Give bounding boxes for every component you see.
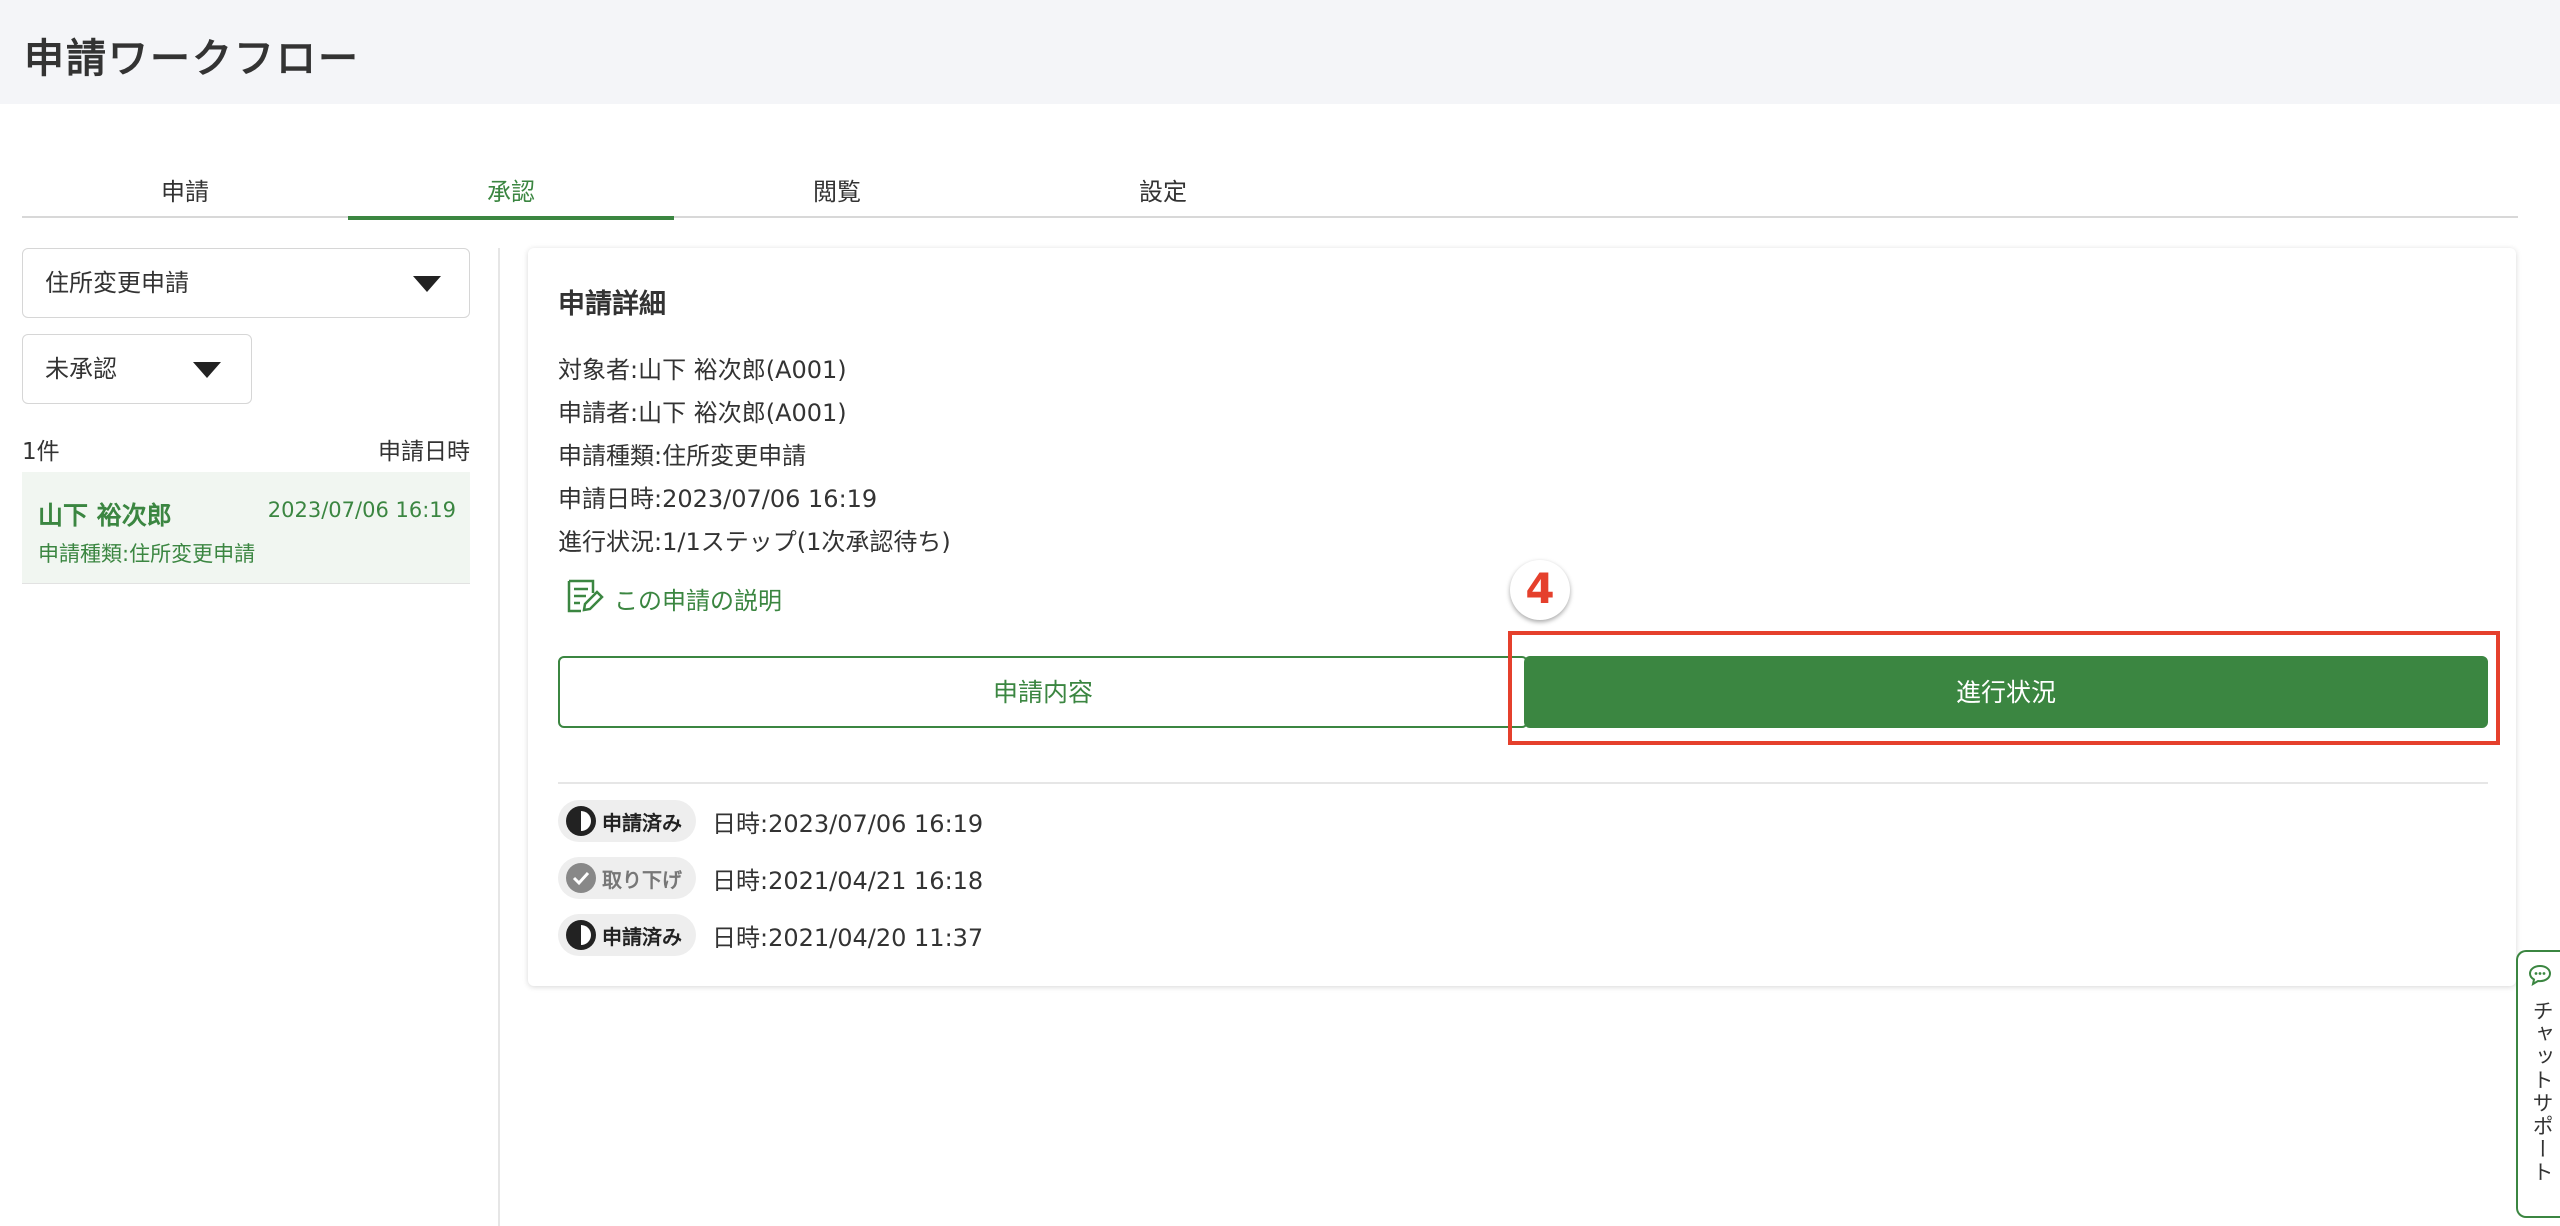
tab-approve[interactable]: 承認 <box>348 168 674 220</box>
half-circle-icon <box>566 806 596 836</box>
tab-view[interactable]: 閲覧 <box>674 168 1000 218</box>
status-badge-label: 申請済み <box>602 810 682 835</box>
detail-title: 申請詳細 <box>558 289 666 320</box>
check-circle-icon <box>566 863 596 893</box>
chat-support-button[interactable]: チャットサポート <box>2516 950 2560 1218</box>
history-row: 申請済み 日時:2021/04/20 11:37 <box>558 914 983 956</box>
type-select[interactable]: 住所変更申請 <box>22 248 470 318</box>
description-link-label: この申請の説明 <box>614 586 782 615</box>
document-edit-icon <box>566 578 604 618</box>
description-link[interactable]: この申請の説明 <box>566 578 782 618</box>
history-row: 取り下げ 日時:2021/04/21 16:18 <box>558 857 983 899</box>
tab-apply[interactable]: 申請 <box>22 168 348 218</box>
caret-down-icon <box>413 276 441 292</box>
list-sort-label[interactable]: 申請日時 <box>378 432 470 466</box>
history-date: 日時:2021/04/20 11:37 <box>712 923 984 952</box>
app-header: 申請ワークフロー <box>0 0 2560 104</box>
detail-date: 申請日時:2023/07/06 16:19 <box>558 485 878 513</box>
chat-support-label: チャットサポート <box>2530 1000 2554 1184</box>
chat-bubble-icon <box>2528 964 2552 990</box>
divider <box>558 782 2488 784</box>
status-select[interactable]: 未承認 <box>22 334 252 404</box>
status-badge-label: 申請済み <box>602 924 682 949</box>
list-count: 1件 <box>22 439 60 465</box>
status-badge: 申請済み <box>558 800 696 842</box>
half-circle-icon <box>566 920 596 950</box>
caret-down-icon <box>193 362 221 378</box>
status-badge: 取り下げ <box>558 857 696 899</box>
list-item-type: 申請種類:住所変更申請 <box>38 542 256 566</box>
list-item-date: 2023/07/06 16:19 <box>267 498 456 522</box>
list-item[interactable]: 山下 裕次郎 2023/07/06 16:19 申請種類:住所変更申請 <box>22 472 470 584</box>
status-select-value: 未承認 <box>45 355 117 383</box>
tab-settings[interactable]: 設定 <box>1000 168 1326 218</box>
step-marker: 4 <box>1510 560 1570 620</box>
list-item-name: 山下 裕次郎 <box>38 501 172 530</box>
detail-card: 申請詳細 対象者:山下 裕次郎(A001) 申請者:山下 裕次郎(A001) 申… <box>528 248 2516 986</box>
detail-progress: 進行状況:1/1ステップ(1次承認待ち) <box>558 528 951 556</box>
status-badge-label: 取り下げ <box>602 867 682 892</box>
application-content-button[interactable]: 申請内容 <box>558 656 1528 728</box>
progress-status-button[interactable]: 進行状況 <box>1524 656 2488 728</box>
history-date: 日時:2021/04/21 16:18 <box>712 866 984 895</box>
main-tabs: 申請 承認 閲覧 設定 <box>22 168 2518 220</box>
column-divider <box>498 248 500 1226</box>
type-select-value: 住所変更申請 <box>45 269 189 297</box>
status-badge: 申請済み <box>558 914 696 956</box>
history-row: 申請済み 日時:2023/07/06 16:19 <box>558 800 983 842</box>
history-date: 日時:2023/07/06 16:19 <box>712 809 984 838</box>
detail-subject: 対象者:山下 裕次郎(A001) <box>558 356 847 384</box>
detail-applicant: 申請者:山下 裕次郎(A001) <box>558 399 847 427</box>
detail-type: 申請種類:住所変更申請 <box>558 442 807 470</box>
page-title: 申請ワークフロー <box>24 36 360 82</box>
